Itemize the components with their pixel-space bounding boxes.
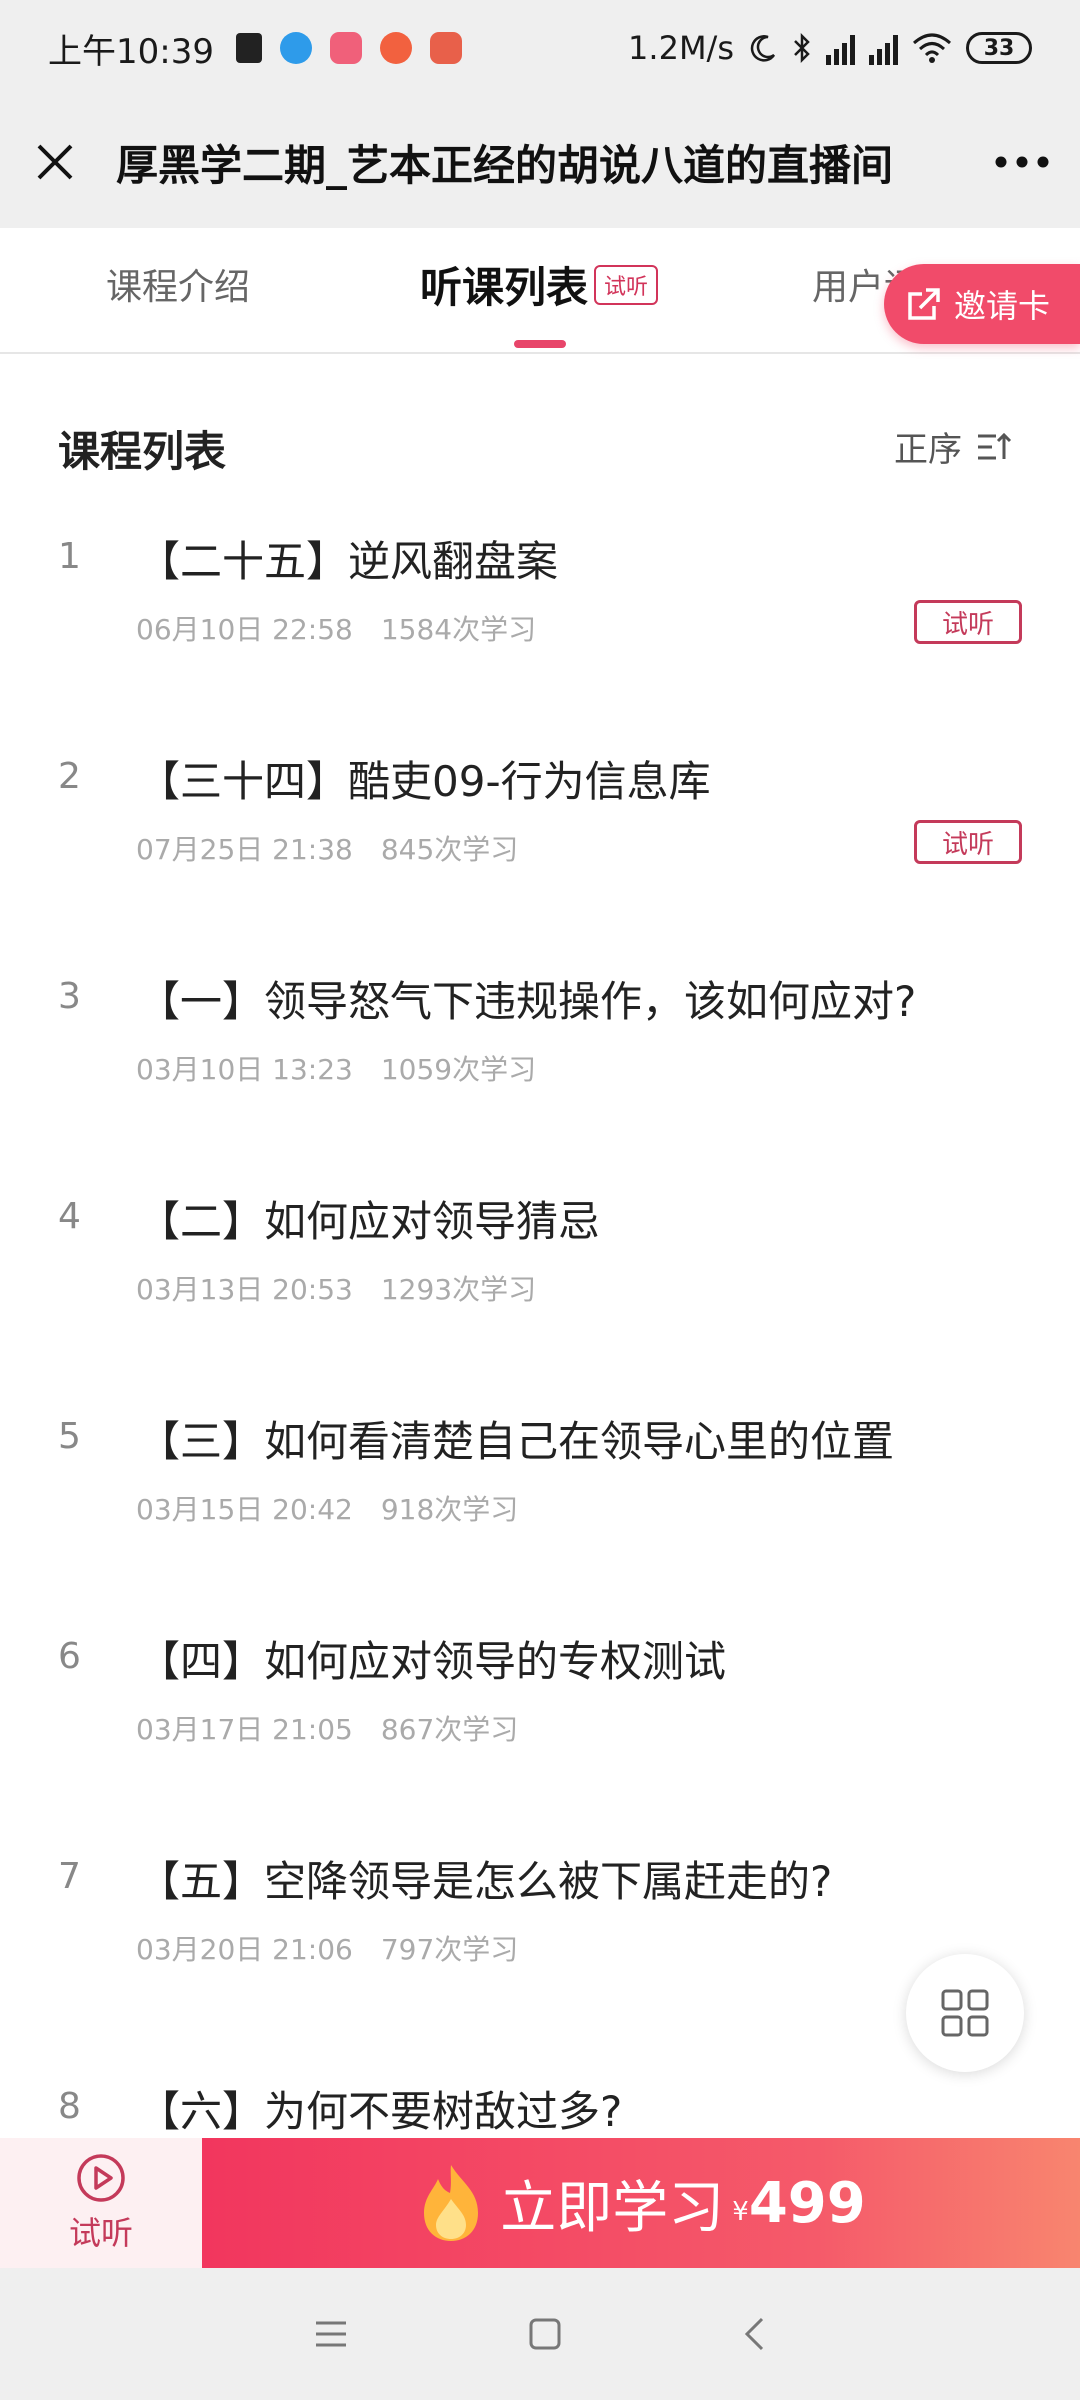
lesson-title: 【六】为何不要树敌过多? <box>138 2087 623 2136</box>
trial-listen-button[interactable]: 试听 <box>0 2138 202 2268</box>
app-notification-icon <box>235 33 262 63</box>
battery-icon: 33 <box>966 32 1032 64</box>
page-title: 厚黑学二期_艺本正经的胡说八道的直播间 <box>116 140 894 190</box>
price-value: 499 <box>748 2170 866 2236</box>
lesson-views: 867次学习 <box>380 1713 519 1746</box>
lesson-number: 3 <box>58 976 81 1017</box>
sort-label: 正序 <box>894 430 962 470</box>
home-icon[interactable] <box>528 2317 562 2351</box>
list-item[interactable]: 3 【一】领导怒气下违规操作，该如何应对? 03月10日 13:23 1059次学… <box>0 976 1080 1196</box>
app-notification-icon <box>379 32 412 64</box>
trial-listen-label: 试听 <box>68 2214 133 2252</box>
lesson-meta: 03月20日 21:06 797次学习 <box>136 1928 518 1968</box>
lesson-number: 6 <box>58 1636 81 1677</box>
lesson-meta: 06月10日 22:58 1584次学习 <box>136 608 536 648</box>
bluetooth-icon <box>794 32 810 64</box>
status-app-icons <box>235 32 462 64</box>
menu-icon[interactable] <box>314 2319 348 2349</box>
status-indicators: 1.2M/s 33 <box>628 29 1032 67</box>
bottom-action-bar: 试听 立即学习 ¥ 499 <box>0 2138 1080 2268</box>
lesson-date: 03月10日 13:23 <box>136 1053 353 1086</box>
invite-card-label: 邀请卡 <box>954 287 1051 325</box>
list-item[interactable]: 6 【四】如何应对领导的专权测试 03月17日 21:05 867次学习 <box>0 1636 1080 1856</box>
lesson-views: 845次学习 <box>380 833 519 866</box>
study-now-label: 立即学习 <box>500 2175 725 2241</box>
trial-badge: 试听 <box>594 264 659 305</box>
lesson-title: 【四】如何应对领导的专权测试 <box>138 1637 727 1686</box>
system-nav-bar <box>0 2268 1080 2400</box>
share-icon <box>908 288 940 320</box>
lesson-views: 1584次学习 <box>380 613 537 646</box>
wifi-icon <box>913 33 951 63</box>
flame-icon <box>424 2165 479 2241</box>
lesson-meta: 03月15日 20:42 918次学习 <box>136 1488 518 1528</box>
study-now-button[interactable]: 立即学习 ¥ 499 <box>202 2138 1080 2268</box>
lesson-date: 03月13日 20:53 <box>136 1273 353 1306</box>
grid-menu-button[interactable] <box>906 1954 1024 2072</box>
lesson-meta: 03月13日 20:53 1293次学习 <box>136 1268 536 1308</box>
back-icon[interactable] <box>742 2316 766 2352</box>
list-item[interactable]: 1 【二十五】逆风翻盘案 06月10日 22:58 1584次学习 试听 <box>0 536 1080 756</box>
lesson-views: 797次学习 <box>380 1933 519 1966</box>
lesson-title: 【五】空降领导是怎么被下属赶走的? <box>138 1857 833 1906</box>
price-currency: ¥ <box>732 2197 749 2227</box>
app-notification-icon <box>279 32 312 64</box>
more-icon <box>995 156 1049 168</box>
close-icon <box>37 144 73 180</box>
list-item[interactable]: 4 【二】如何应对领导猜忌 03月13日 20:53 1293次学习 <box>0 1196 1080 1416</box>
lesson-number: 4 <box>58 1196 81 1237</box>
list-item[interactable]: 8 【六】为何不要树敌过多? <box>0 2076 1080 2138</box>
lesson-date: 07月25日 21:38 <box>136 833 353 866</box>
hd-signal-icon <box>869 31 898 65</box>
hd-signal-icon <box>826 31 855 65</box>
network-speed: 1.2M/s <box>628 29 734 67</box>
lesson-title: 【一】领导怒气下违规操作，该如何应对? <box>138 977 917 1026</box>
lesson-meta: 03月10日 13:23 1059次学习 <box>136 1048 536 1088</box>
title-bar: 厚黑学二期_艺本正经的胡说八道的直播间 <box>0 96 1080 228</box>
tab-course-intro[interactable]: 课程介绍 <box>106 258 250 310</box>
more-button[interactable] <box>980 155 1050 169</box>
lesson-date: 03月20日 21:06 <box>136 1933 353 1966</box>
close-button[interactable] <box>30 137 80 187</box>
sort-toggle[interactable]: 正序 <box>894 422 1012 471</box>
trial-tag[interactable]: 试听 <box>914 600 1022 644</box>
tab-lesson-list[interactable]: 听课列表 试听 <box>420 254 659 315</box>
invite-card-button[interactable]: 邀请卡 <box>884 264 1080 344</box>
status-bar: 上午10:39 1.2M/s 33 <box>0 0 1080 96</box>
lesson-views: 1059次学习 <box>380 1053 537 1086</box>
lesson-views: 918次学习 <box>380 1493 519 1526</box>
lesson-date: 06月10日 22:58 <box>136 613 353 646</box>
lesson-title: 【三】如何看清楚自己在领导心里的位置 <box>138 1417 895 1466</box>
tab-lesson-list-label: 听课列表 <box>420 263 589 312</box>
app-notification-icon <box>329 32 362 64</box>
app-notification-icon <box>429 32 462 64</box>
lesson-title: 【二】如何应对领导猜忌 <box>138 1197 601 1246</box>
lesson-meta: 03月17日 21:05 867次学习 <box>136 1708 518 1748</box>
lesson-number: 1 <box>58 536 81 577</box>
tab-active-indicator <box>514 340 566 348</box>
section-title: 课程列表 <box>58 427 227 476</box>
trial-tag[interactable]: 试听 <box>914 820 1022 864</box>
lesson-date: 03月17日 21:05 <box>136 1713 353 1746</box>
lesson-meta: 07月25日 21:38 845次学习 <box>136 828 518 868</box>
list-item[interactable]: 2 【三十四】酷吏09-行为信息库 07月25日 21:38 845次学习 试听 <box>0 756 1080 976</box>
lesson-date: 03月15日 20:42 <box>136 1493 353 1526</box>
lesson-title: 【二十五】逆风翻盘案 <box>138 537 559 586</box>
moon-icon <box>750 35 776 62</box>
lesson-number: 5 <box>58 1416 81 1457</box>
lesson-number: 8 <box>58 2086 81 2127</box>
lesson-views: 1293次学习 <box>380 1273 537 1306</box>
sort-icon <box>978 432 1012 459</box>
lesson-number: 2 <box>58 756 81 797</box>
grid-icon <box>941 1989 989 2037</box>
list-item[interactable]: 5 【三】如何看清楚自己在领导心里的位置 03月15日 20:42 918次学习 <box>0 1416 1080 1636</box>
lesson-number: 7 <box>58 1856 81 1897</box>
play-circle-icon <box>77 2154 125 2202</box>
lesson-title: 【三十四】酷吏09-行为信息库 <box>138 757 711 806</box>
status-time: 上午10:39 <box>48 31 214 72</box>
